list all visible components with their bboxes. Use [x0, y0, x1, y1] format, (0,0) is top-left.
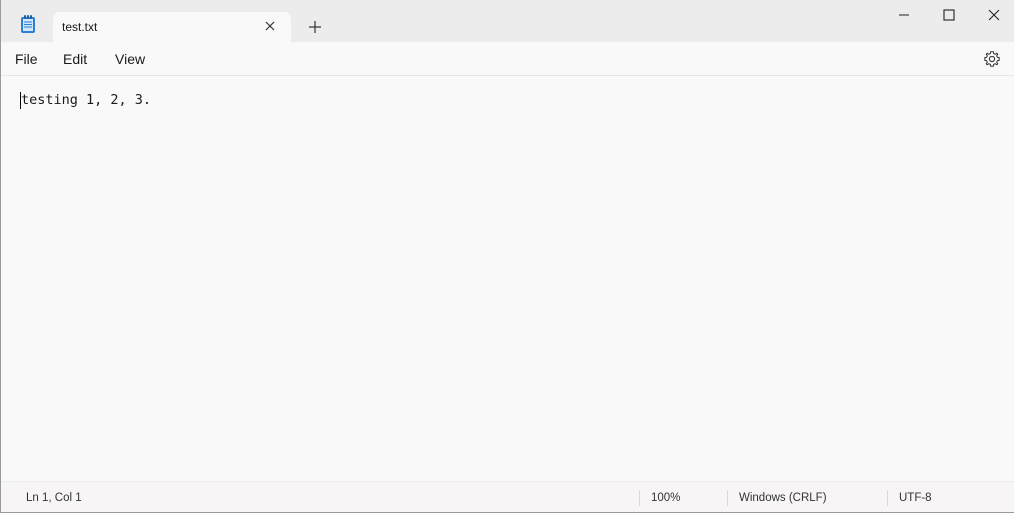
- zoom-level[interactable]: 100%: [651, 492, 680, 504]
- title-bar[interactable]: test.txt: [1, 0, 1014, 42]
- menu-edit[interactable]: Edit: [63, 51, 87, 67]
- maximize-button[interactable]: [926, 0, 972, 30]
- close-icon: [988, 9, 1000, 21]
- tab-test-txt[interactable]: test.txt: [53, 12, 291, 42]
- close-icon[interactable]: [262, 18, 278, 34]
- editor-content[interactable]: testing 1, 2, 3.: [21, 92, 151, 108]
- status-divider: [639, 490, 640, 506]
- notepad-icon: [19, 14, 37, 34]
- status-bar: Ln 1, Col 1 100% Windows (CRLF) UTF-8: [1, 481, 1014, 512]
- close-window-button[interactable]: [971, 0, 1014, 30]
- encoding[interactable]: UTF-8: [899, 492, 932, 504]
- plus-icon[interactable]: [306, 18, 324, 36]
- menu-file[interactable]: File: [15, 51, 38, 67]
- maximize-icon: [943, 9, 955, 21]
- minimize-button[interactable]: [881, 0, 927, 30]
- gear-icon[interactable]: [983, 50, 1001, 68]
- line-ending[interactable]: Windows (CRLF): [739, 492, 827, 504]
- notepad-window: test.txt File Edit View testing 1, 2, 3.…: [0, 0, 1014, 513]
- minimize-icon: [899, 14, 909, 16]
- status-divider: [727, 490, 728, 506]
- tab-title: test.txt: [62, 20, 98, 34]
- menu-bar: File Edit View: [1, 42, 1014, 76]
- status-divider: [887, 490, 888, 506]
- text-editor[interactable]: testing 1, 2, 3.: [1, 76, 1014, 481]
- menu-view[interactable]: View: [115, 51, 145, 67]
- cursor-position: Ln 1, Col 1: [26, 492, 82, 504]
